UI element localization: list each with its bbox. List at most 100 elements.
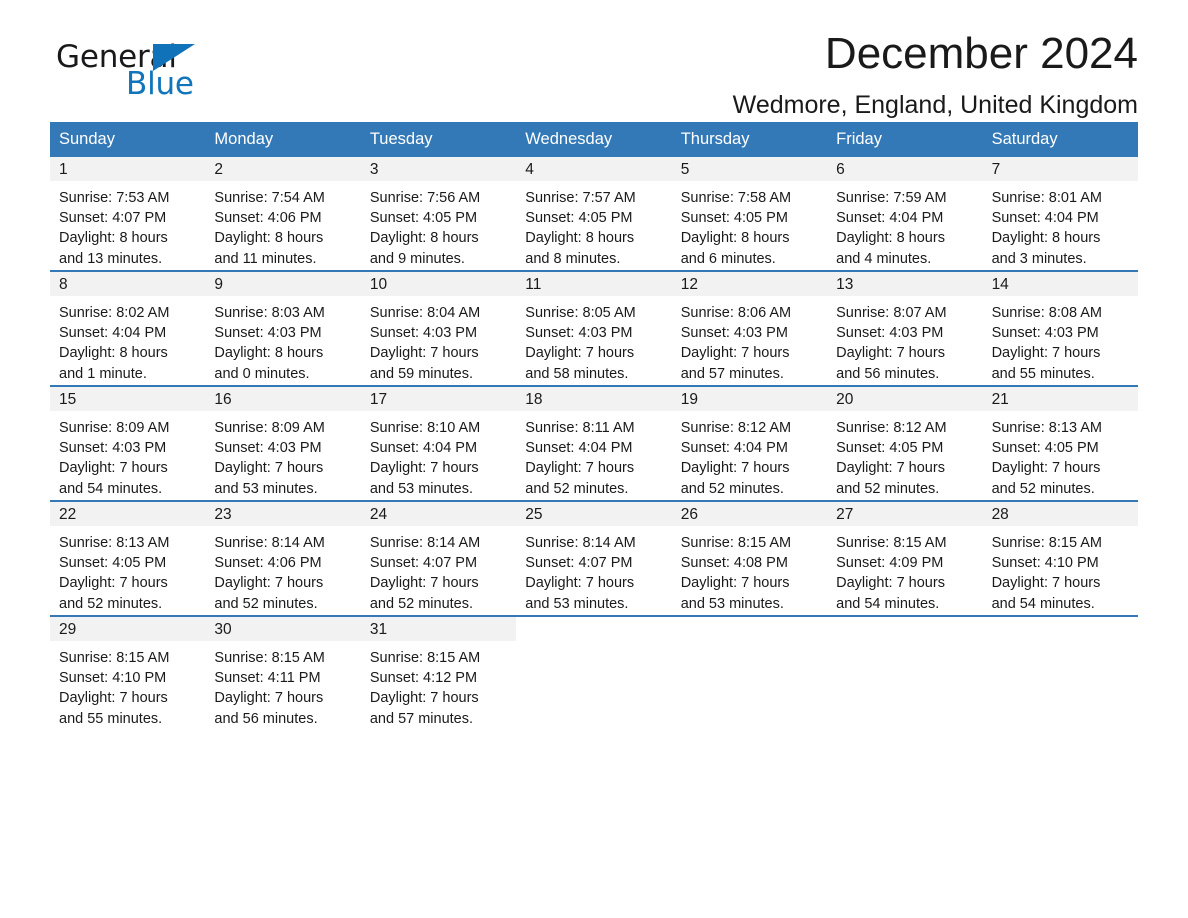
day-cell[interactable]: 19 Sunrise: 8:12 AM Sunset: 4:04 PM Dayligh… — [671, 387, 828, 500]
day-number-bar: 19 — [671, 387, 828, 411]
day-number: 24 — [369, 505, 388, 523]
weekday-header-row: Sunday Monday Tuesday Wednesday Thursday… — [50, 122, 1138, 157]
day-cell[interactable]: 18 Sunrise: 8:11 AM Sunset: 4:04 PM Dayligh… — [516, 387, 672, 500]
daylight-text-line2: and 3 minutes. — [991, 250, 1087, 267]
day-number: 21 — [991, 390, 1009, 408]
daylight-text-line1: Daylight: 7 hours — [214, 690, 324, 707]
day-number: 14 — [991, 275, 1009, 293]
day-number: 18 — [525, 390, 543, 408]
daylight-text-line1: Daylight: 7 hours — [991, 575, 1101, 592]
sunset-text: Sunset: 4:05 PM — [991, 440, 1099, 457]
day-number: 25 — [525, 505, 543, 523]
daylight-text-line1: Daylight: 7 hours — [369, 345, 479, 362]
day-cell[interactable]: 11 Sunrise: 8:05 AM Sunset: 4:03 PM Dayligh… — [516, 272, 672, 385]
day-details: Sunrise: 7:53 AM Sunset: 4:07 PM Daylight:… — [50, 181, 205, 269]
day-cell[interactable]: 4 Sunrise: 7:57 AM Sunset: 4:05 PM Daylight… — [516, 157, 672, 270]
day-cell[interactable]: 3 Sunrise: 7:56 AM Sunset: 4:05 PM Daylight… — [360, 157, 517, 270]
day-cell[interactable]: 14 Sunrise: 8:08 AM Sunset: 4:03 PM Dayligh… — [982, 272, 1138, 385]
daylight-text-line2: and 53 minutes. — [369, 480, 474, 497]
day-number: 20 — [836, 390, 854, 408]
day-number-bar: 8 — [50, 272, 206, 296]
sunrise-text: Sunrise: 8:05 AM — [525, 305, 636, 321]
day-number: 28 — [991, 505, 1009, 523]
day-cell[interactable]: 8 Sunrise: 8:02 AM Sunset: 4:04 PM Daylight… — [50, 272, 206, 385]
day-cell[interactable]: 15 Sunrise: 8:09 AM Sunset: 4:03 PM Dayligh… — [50, 387, 206, 500]
day-cell[interactable]: 31 Sunrise: 8:15 AM Sunset: 4:12 PM Dayligh… — [360, 617, 517, 730]
day-number: 10 — [369, 275, 388, 293]
day-number-bar: 28 — [982, 502, 1138, 526]
daylight-text-line1: Daylight: 8 hours — [525, 230, 635, 247]
day-cell[interactable]: 12 Sunrise: 8:06 AM Sunset: 4:03 PM Dayligh… — [671, 272, 828, 385]
calendar-week-row: 15 Sunrise: 8:09 AM Sunset: 4:03 PM Dayligh… — [50, 385, 1138, 500]
daylight-text-line1: Daylight: 7 hours — [680, 460, 790, 477]
day-details: Sunrise: 8:13 AM Sunset: 4:05 PM Daylight:… — [50, 526, 205, 614]
sunset-text: Sunset: 4:05 PM — [836, 440, 944, 457]
day-cell[interactable]: 30 Sunrise: 8:15 AM Sunset: 4:11 PM Dayligh… — [205, 617, 361, 730]
day-cell[interactable]: 29 Sunrise: 8:15 AM Sunset: 4:10 PM Dayligh… — [50, 617, 206, 730]
day-cell[interactable]: 28 Sunrise: 8:15 AM Sunset: 4:10 PM Dayligh… — [982, 502, 1138, 615]
day-cell[interactable]: 24 Sunrise: 8:14 AM Sunset: 4:07 PM Dayligh… — [360, 502, 517, 615]
daylight-text-line2: and 8 minutes. — [525, 250, 621, 267]
sunrise-text: Sunrise: 7:53 AM — [59, 190, 170, 206]
sunset-text: Sunset: 4:07 PM — [59, 210, 167, 227]
weekday-tuesday: Tuesday — [369, 130, 433, 148]
calendar-page: General Blue December 2024 Wedmore, Engl… — [0, 0, 1188, 918]
sunset-text: Sunset: 4:04 PM — [525, 440, 633, 457]
day-cell[interactable]: 25 Sunrise: 8:14 AM Sunset: 4:07 PM Dayligh… — [516, 502, 672, 615]
day-details: Sunrise: 8:01 AM Sunset: 4:04 PM Daylight:… — [983, 181, 1138, 269]
general-blue-logo[interactable]: General Blue — [50, 40, 230, 110]
day-cell[interactable]: 26 Sunrise: 8:15 AM Sunset: 4:08 PM Dayligh… — [671, 502, 828, 615]
sunrise-text: Sunrise: 7:59 AM — [836, 190, 947, 206]
sunset-text: Sunset: 4:05 PM — [525, 210, 633, 227]
sunrise-text: Sunrise: 8:09 AM — [59, 420, 170, 436]
day-cell[interactable]: 9 Sunrise: 8:03 AM Sunset: 4:03 PM Daylight… — [205, 272, 361, 385]
day-cell[interactable]: 1 Sunrise: 7:53 AM Sunset: 4:07 PM Daylight… — [50, 157, 206, 270]
day-number: 19 — [680, 390, 698, 408]
sunset-text: Sunset: 4:03 PM — [680, 325, 788, 342]
day-cell[interactable]: 10 Sunrise: 8:04 AM Sunset: 4:03 PM Dayligh… — [360, 272, 517, 385]
day-cell[interactable]: 5 Sunrise: 7:58 AM Sunset: 4:05 PM Daylight… — [671, 157, 828, 270]
day-cell[interactable]: 6 Sunrise: 7:59 AM Sunset: 4:04 PM Daylight… — [827, 157, 983, 270]
daylight-text-line2: and 53 minutes. — [214, 480, 318, 497]
daylight-text-line1: Daylight: 7 hours — [214, 575, 324, 592]
sunset-text: Sunset: 4:03 PM — [214, 440, 322, 457]
daylight-text-line2: and 54 minutes. — [59, 480, 163, 497]
day-number-bar: 1 — [50, 157, 206, 181]
sunset-text: Sunset: 4:08 PM — [680, 555, 788, 572]
day-cell[interactable]: 17 Sunrise: 8:10 AM Sunset: 4:04 PM Dayligh… — [360, 387, 517, 500]
daylight-text-line2: and 9 minutes. — [369, 250, 465, 267]
day-number-bar: 20 — [827, 387, 983, 411]
day-cell[interactable]: 13 Sunrise: 8:07 AM Sunset: 4:03 PM Dayligh… — [827, 272, 983, 385]
daylight-text-line2: and 52 minutes. — [680, 480, 784, 497]
day-number: 5 — [680, 160, 690, 178]
sunrise-text: Sunrise: 8:10 AM — [369, 420, 481, 436]
day-cell[interactable]: 20 Sunrise: 8:12 AM Sunset: 4:05 PM Dayligh… — [827, 387, 983, 500]
day-number-bar: 4 — [516, 157, 672, 181]
daylight-text-line2: and 56 minutes. — [214, 710, 318, 727]
day-details: Sunrise: 8:02 AM Sunset: 4:04 PM Daylight:… — [50, 296, 205, 384]
page-header: General Blue December 2024 Wedmore, Engl… — [50, 0, 1138, 119]
day-cell-empty — [516, 617, 672, 730]
daylight-text-line2: and 13 minutes. — [59, 250, 163, 267]
day-cell[interactable]: 22 Sunrise: 8:13 AM Sunset: 4:05 PM Dayligh… — [50, 502, 206, 615]
day-cell[interactable]: 27 Sunrise: 8:15 AM Sunset: 4:09 PM Dayligh… — [827, 502, 983, 615]
day-cell[interactable]: 21 Sunrise: 8:13 AM Sunset: 4:05 PM Dayligh… — [982, 387, 1138, 500]
daylight-text-line1: Daylight: 7 hours — [836, 460, 945, 477]
sunrise-text: Sunrise: 8:15 AM — [59, 650, 170, 666]
day-number-bar: 26 — [671, 502, 828, 526]
day-cell[interactable]: 23 Sunrise: 8:14 AM Sunset: 4:06 PM Dayligh… — [205, 502, 361, 615]
day-cell[interactable]: 16 Sunrise: 8:09 AM Sunset: 4:03 PM Dayligh… — [205, 387, 361, 500]
weekday-sunday: Sunday — [59, 130, 115, 148]
daylight-text-line1: Daylight: 7 hours — [680, 575, 790, 592]
day-cell[interactable]: 7 Sunrise: 8:01 AM Sunset: 4:04 PM Daylight… — [982, 157, 1138, 270]
day-details: Sunrise: 8:12 AM Sunset: 4:05 PM Daylight:… — [827, 411, 982, 499]
day-details: Sunrise: 8:15 AM Sunset: 4:08 PM Daylight:… — [672, 526, 827, 614]
sunrise-text: Sunrise: 8:03 AM — [214, 305, 325, 321]
sunset-text: Sunset: 4:03 PM — [525, 325, 633, 342]
sunset-text: Sunset: 4:11 PM — [214, 670, 321, 687]
sunset-text: Sunset: 4:10 PM — [59, 670, 167, 687]
day-cell[interactable]: 2 Sunrise: 7:54 AM Sunset: 4:06 PM Daylight… — [205, 157, 361, 270]
daylight-text-line2: and 57 minutes. — [680, 365, 784, 382]
sunrise-text: Sunrise: 8:14 AM — [369, 535, 481, 551]
sunset-text: Sunset: 4:03 PM — [836, 325, 944, 342]
